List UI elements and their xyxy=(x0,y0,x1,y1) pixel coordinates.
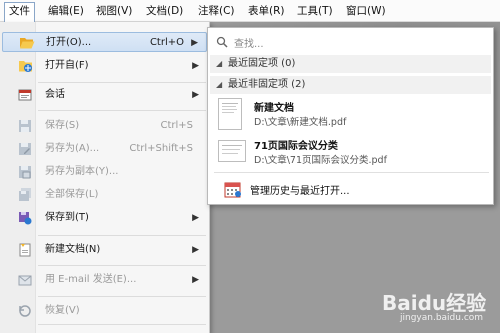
save-shortcut: Ctrl+S xyxy=(160,120,193,131)
unpinned-group-header[interactable]: ◢ 最近非固定项 (2) xyxy=(210,76,491,94)
email-icon xyxy=(18,273,32,287)
save-as-icon xyxy=(18,142,32,156)
menu-separator xyxy=(38,235,206,236)
save-all-icon xyxy=(18,188,32,202)
save-icon xyxy=(18,119,32,133)
menu-separator xyxy=(38,265,206,266)
save-to-label: 保存到(T) xyxy=(45,212,89,223)
file-menu: 打开(O)... Ctrl+O ▶ 打开自(F) ▶ 会话 ▶ 保存(S) Ct… xyxy=(0,22,210,333)
save-label: 保存(S) xyxy=(45,120,80,131)
menu-item-new-document[interactable]: 新建文档(N) ▶ xyxy=(2,240,207,260)
save-as-shortcut: Ctrl+Shift+S xyxy=(129,143,193,154)
recent-file-item[interactable]: 新建文档 D:\文章\新建文档.pdf xyxy=(212,96,491,132)
menu-item-email[interactable]: 用 E-mail 发送(E)... ▶ xyxy=(2,270,207,290)
menu-item-open-from[interactable]: 打开自(F) ▶ xyxy=(2,56,207,76)
menu-comment[interactable]: 注释(C) xyxy=(194,3,239,20)
submenu-arrow-icon: ▶ xyxy=(192,245,199,255)
menu-window[interactable]: 窗口(W) xyxy=(342,3,390,20)
revert-icon xyxy=(18,304,32,318)
save-copy-label: 另存为副本(Y)... xyxy=(45,166,119,177)
recent-search-box[interactable]: 查找... xyxy=(212,32,489,52)
menu-view[interactable]: 视图(V) xyxy=(92,3,136,20)
watermark-url: jingyan.baidu.com xyxy=(400,313,484,323)
manage-history-item[interactable]: 管理历史与最近打开... xyxy=(212,178,491,200)
new-document-icon xyxy=(18,243,32,257)
recent-file-title: 新建文档 xyxy=(254,103,294,114)
menu-item-session[interactable]: 会话 ▶ xyxy=(2,85,207,105)
menu-item-save-all[interactable]: 全部保存(L) xyxy=(2,185,207,205)
submenu-arrow-icon: ▶ xyxy=(192,213,199,223)
email-label: 用 E-mail 发送(E)... xyxy=(45,274,137,285)
manage-history-label: 管理历史与最近打开... xyxy=(250,186,350,197)
menu-separator xyxy=(38,324,206,325)
pinned-group-label: 最近固定项 (0) xyxy=(228,58,296,69)
menu-separator xyxy=(38,110,206,111)
recent-file-path: D:\文章\新建文档.pdf xyxy=(254,117,347,128)
save-all-label: 全部保存(L) xyxy=(45,189,99,200)
pinned-group-header[interactable]: ◢ 最近固定项 (0) xyxy=(210,55,491,73)
submenu-separator xyxy=(214,172,489,173)
recent-file-path: D:\文章\71页国际会议分类.pdf xyxy=(254,155,387,166)
search-icon xyxy=(216,36,228,48)
recent-files-submenu: 查找... ◢ 最近固定项 (0) ◢ 最近非固定项 (2) 新建文档 D:\文… xyxy=(207,27,494,205)
menu-item-open[interactable]: 打开(O)... Ctrl+O ▶ xyxy=(2,32,207,52)
menu-document[interactable]: 文档(D) xyxy=(142,3,187,20)
save-to-icon xyxy=(18,211,32,225)
menu-item-save-as[interactable]: 另存为(A)... Ctrl+Shift+S xyxy=(2,139,207,159)
submenu-arrow-icon: ▶ xyxy=(192,275,199,285)
session-label: 会话 xyxy=(45,89,65,100)
document-thumbnail-icon xyxy=(218,140,246,162)
submenu-arrow-icon: ▶ xyxy=(192,61,199,71)
folder-open-icon xyxy=(19,36,35,50)
session-icon xyxy=(18,88,32,102)
menu-item-save-copy[interactable]: 另存为副本(Y)... xyxy=(2,162,207,182)
menu-separator xyxy=(38,82,206,83)
open-label: 打开(O)... xyxy=(46,37,92,48)
open-from-label: 打开自(F) xyxy=(45,60,89,71)
save-copy-icon xyxy=(18,165,32,179)
revert-label: 恢复(V) xyxy=(45,305,80,316)
menu-form[interactable]: 表单(R) xyxy=(244,3,289,20)
save-as-label: 另存为(A)... xyxy=(45,143,100,154)
submenu-arrow-icon: ▶ xyxy=(192,90,199,100)
menu-item-save[interactable]: 保存(S) Ctrl+S xyxy=(2,116,207,136)
menu-item-revert[interactable]: 恢复(V) xyxy=(2,301,207,321)
menu-separator xyxy=(38,296,206,297)
document-thumbnail-icon xyxy=(218,98,242,130)
menu-edit[interactable]: 编辑(E) xyxy=(44,3,88,20)
open-shortcut: Ctrl+O xyxy=(149,37,184,48)
menu-tools[interactable]: 工具(T) xyxy=(293,3,337,20)
recent-file-item[interactable]: 71页国际会议分类 D:\文章\71页国际会议分类.pdf xyxy=(212,134,491,170)
recent-file-title: 71页国际会议分类 xyxy=(254,141,338,152)
expand-triangle-icon: ◢ xyxy=(216,59,223,68)
new-document-label: 新建文档(N) xyxy=(45,244,101,255)
menu-file[interactable]: 文件 xyxy=(4,2,35,22)
menu-bar: 文件 编辑(E) 视图(V) 文档(D) 注释(C) 表单(R) 工具(T) 窗… xyxy=(0,0,500,22)
menu-item-save-to[interactable]: 保存到(T) ▶ xyxy=(2,208,207,228)
unpinned-group-label: 最近非固定项 (2) xyxy=(228,79,306,90)
recent-search-placeholder: 查找... xyxy=(234,39,264,50)
baidu-watermark: Baidu经验 jingyan.baidu.com xyxy=(382,287,500,333)
watermark-brand: Baidu经验 xyxy=(382,291,487,315)
expand-triangle-icon: ◢ xyxy=(216,80,223,89)
open-from-icon xyxy=(18,59,32,73)
calendar-icon xyxy=(224,180,242,201)
submenu-arrow-icon: ▶ xyxy=(191,38,198,48)
